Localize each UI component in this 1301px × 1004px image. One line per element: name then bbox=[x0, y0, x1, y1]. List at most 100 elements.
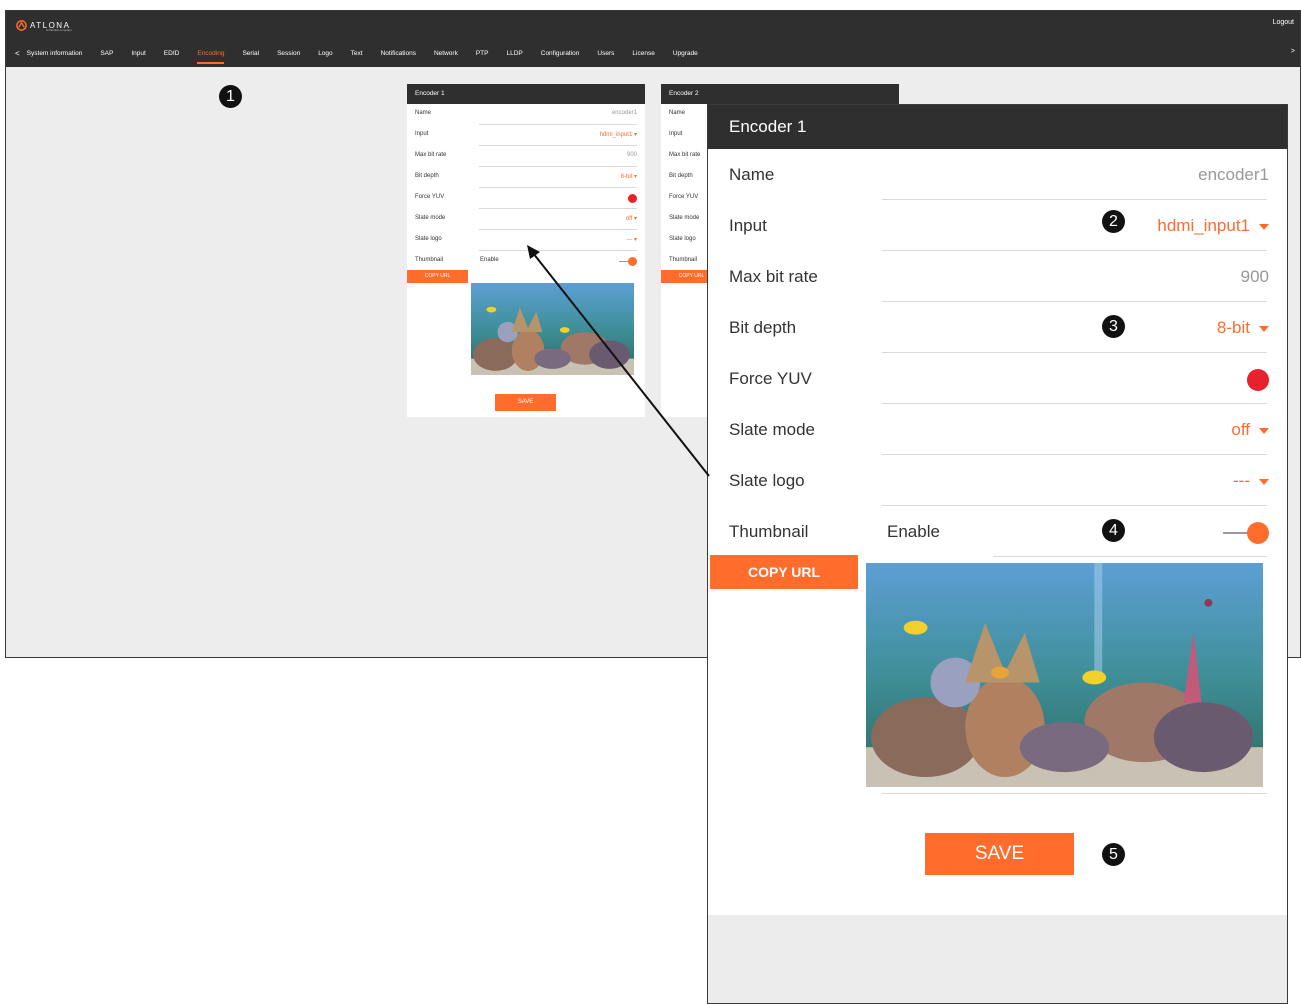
chevron-down-icon: ▾ bbox=[633, 237, 637, 243]
slate-mode-select[interactable]: off bbox=[1231, 420, 1269, 440]
bit-depth-select-value: 8-bit bbox=[1216, 318, 1250, 337]
max-bit-rate-input[interactable]: 900 bbox=[1241, 267, 1269, 287]
slate-logo-select-value: --- bbox=[626, 237, 633, 243]
nav-encoding[interactable]: Encoding bbox=[197, 50, 225, 64]
row-thumbnail: Thumbnail Enable bbox=[708, 506, 1287, 557]
top-bar: ATLONA A Panduit company Logout < System… bbox=[6, 11, 1300, 67]
aquarium-thumbnail bbox=[866, 563, 1263, 787]
input-label: Input bbox=[729, 216, 767, 235]
callout-5: 5 bbox=[1102, 843, 1125, 866]
row-slate-logo: Slate logo --- bbox=[708, 455, 1287, 506]
max-bit-rate-label: Max bit rate bbox=[729, 267, 818, 286]
row-name: Name encoder1 bbox=[407, 104, 645, 125]
copy-url-button[interactable]: COPY URL bbox=[710, 555, 858, 589]
logo-mark-icon bbox=[16, 19, 27, 31]
logout-link[interactable]: Logout bbox=[1273, 19, 1294, 26]
max-bit-rate-label: Max bit rate bbox=[415, 152, 447, 158]
nav-logo[interactable]: Logo bbox=[318, 50, 332, 57]
nav-configuration[interactable]: Configuration bbox=[541, 50, 580, 57]
copy-url-button[interactable]: COPY URL bbox=[407, 270, 468, 283]
input-select[interactable]: hdmi_input1 bbox=[1157, 216, 1269, 236]
nav-next-arrow[interactable]: > bbox=[1291, 48, 1295, 55]
slate-mode-select-value: off bbox=[625, 216, 633, 222]
name-label: Name bbox=[669, 110, 686, 116]
slate-mode-select[interactable]: off ▾ bbox=[626, 215, 637, 222]
slate-logo-label: Slate logo bbox=[415, 236, 442, 242]
slate-logo-label: Slate logo bbox=[669, 236, 696, 242]
thumbnail-label: Thumbnail bbox=[729, 522, 809, 541]
max-bit-rate-label: Max bit rate bbox=[669, 152, 701, 158]
encoder1-form: Name encoder1 Input hdmi_input1 Max bit … bbox=[708, 149, 1287, 915]
callout-2: 2 bbox=[1102, 210, 1125, 233]
thumbnail-enable-label: Enable bbox=[480, 257, 499, 263]
row-input: Input hdmi_input1 bbox=[708, 200, 1287, 251]
row-bit-depth: Bit depth 8-bit ▾ bbox=[407, 167, 645, 188]
row-max-bit-rate: Max bit rate 900 bbox=[407, 146, 645, 167]
row-force-yuv: Force YUV bbox=[407, 188, 645, 209]
slate-logo-select-value: --- bbox=[1233, 471, 1250, 490]
nav-system-information[interactable]: System information bbox=[27, 50, 83, 57]
input-select[interactable]: hdmi_input1 ▾ bbox=[600, 131, 637, 138]
thumbnail-enable-label: Enable bbox=[887, 522, 940, 541]
nav-users[interactable]: Users bbox=[597, 50, 614, 57]
nav-input[interactable]: Input bbox=[131, 50, 145, 57]
slate-mode-label: Slate mode bbox=[669, 215, 700, 221]
nav-text[interactable]: Text bbox=[351, 50, 363, 57]
aquarium-thumbnail bbox=[471, 283, 634, 375]
input-label: Input bbox=[415, 131, 429, 137]
bit-depth-select[interactable]: 8-bit ▾ bbox=[621, 173, 637, 180]
nav-lldp[interactable]: LLDP bbox=[506, 50, 522, 57]
bit-depth-select[interactable]: 8-bit bbox=[1217, 318, 1269, 338]
bit-depth-select-value: 8-bit bbox=[620, 174, 633, 180]
name-input[interactable]: encoder1 bbox=[612, 110, 637, 116]
encoder1-title: Encoder 1 bbox=[708, 105, 1287, 149]
slate-logo-select[interactable]: --- ▾ bbox=[626, 236, 637, 243]
slate-mode-select-value: off bbox=[1231, 420, 1250, 439]
divider bbox=[882, 793, 1267, 794]
force-yuv-label: Force YUV bbox=[669, 194, 699, 200]
chevron-down-icon bbox=[1259, 478, 1269, 485]
slate-logo-select[interactable]: --- bbox=[1233, 471, 1269, 491]
thumbnail-toggle[interactable] bbox=[1223, 522, 1269, 544]
name-input[interactable]: encoder1 bbox=[1198, 165, 1269, 185]
nav-sap[interactable]: SAP bbox=[100, 50, 113, 57]
divider bbox=[993, 556, 1267, 557]
chevron-down-icon bbox=[1259, 427, 1269, 434]
nav-edid[interactable]: EDID bbox=[164, 50, 180, 57]
force-yuv-indicator[interactable] bbox=[1247, 369, 1269, 391]
brand-subtitle: A Panduit company bbox=[46, 28, 72, 32]
nav-notifications[interactable]: Notifications bbox=[381, 50, 416, 57]
nav-ptp[interactable]: PTP bbox=[476, 50, 489, 57]
thumbnail-image bbox=[866, 563, 1263, 787]
chevron-down-icon: ▾ bbox=[633, 132, 637, 138]
row-max-bit-rate: Max bit rate 900 bbox=[708, 251, 1287, 302]
encoder2-card-title: Encoder 2 bbox=[661, 84, 899, 104]
slate-mode-label: Slate mode bbox=[415, 215, 446, 221]
callout-4: 4 bbox=[1102, 519, 1125, 542]
name-label: Name bbox=[729, 165, 775, 184]
save-button[interactable]: SAVE bbox=[495, 394, 556, 411]
thumbnail-label: Thumbnail bbox=[669, 257, 698, 263]
nav-upgrade[interactable]: Upgrade bbox=[673, 50, 698, 57]
nav-session[interactable]: Session bbox=[277, 50, 300, 57]
nav-serial[interactable]: Serial bbox=[242, 50, 259, 57]
nav-prev-arrow[interactable]: < bbox=[6, 49, 27, 58]
encoder1-card-small: Encoder 1 Name encoder1 Input hdmi_input… bbox=[407, 84, 645, 417]
force-yuv-indicator[interactable] bbox=[628, 194, 637, 203]
main-nav: < System information SAP Input EDID Enco… bbox=[6, 43, 716, 64]
nav-license[interactable]: License bbox=[632, 50, 654, 57]
bit-depth-label: Bit depth bbox=[669, 173, 693, 179]
chevron-down-icon: ▾ bbox=[633, 216, 637, 222]
max-bit-rate-input[interactable]: 900 bbox=[627, 152, 637, 158]
row-slate-mode: Slate mode off ▾ bbox=[407, 209, 645, 230]
row-thumbnail: Thumbnail Enable bbox=[407, 251, 645, 272]
thumbnail-image bbox=[471, 283, 634, 375]
encoder1-zoomed-panel: Encoder 1 Name encoder1 Input hdmi_input… bbox=[707, 104, 1288, 1004]
force-yuv-label: Force YUV bbox=[415, 194, 445, 200]
save-button[interactable]: SAVE bbox=[925, 833, 1074, 875]
slate-mode-label: Slate mode bbox=[729, 420, 815, 439]
callout-1: 1 bbox=[219, 85, 242, 108]
chevron-down-icon bbox=[1259, 223, 1269, 230]
thumbnail-toggle[interactable] bbox=[619, 257, 637, 266]
nav-network[interactable]: Network bbox=[434, 50, 458, 57]
